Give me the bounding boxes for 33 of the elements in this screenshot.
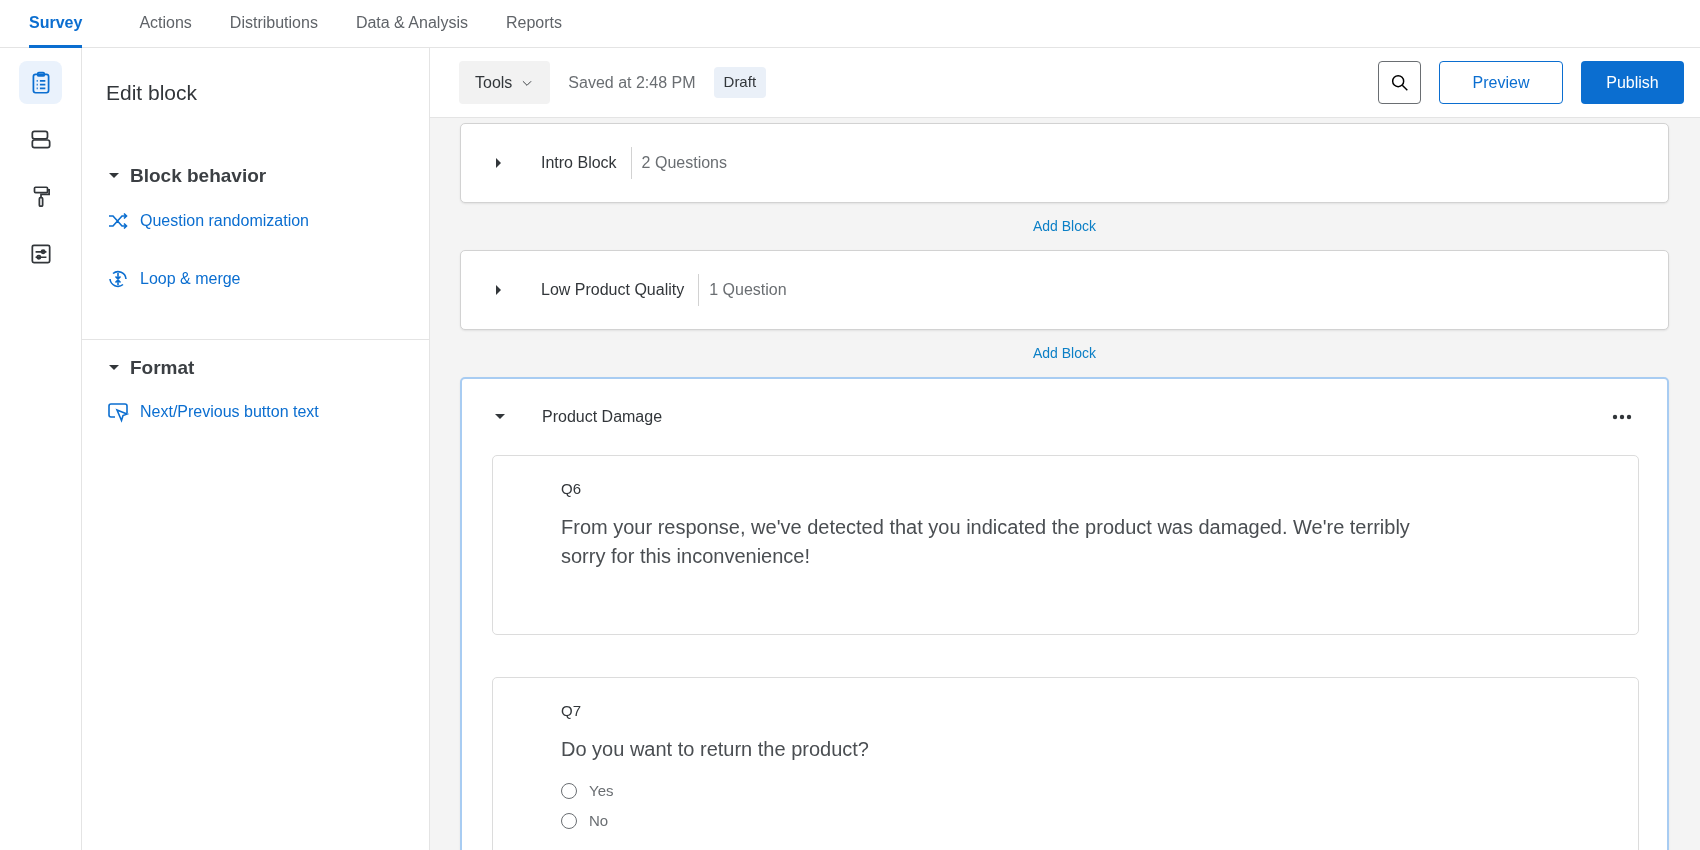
saved-status: Saved at 2:48 PM: [568, 72, 696, 93]
block-title: Product Damage: [542, 407, 663, 427]
nav-tab[interactable]: Distributions: [210, 0, 337, 48]
cursor-icon: [106, 400, 130, 424]
clipboard-button[interactable]: [19, 61, 62, 104]
panel-title: Edit block: [105, 80, 199, 106]
add-block-link[interactable]: Add Block: [1028, 214, 1100, 239]
search-button[interactable]: [1378, 61, 1421, 104]
question-number: Q7: [561, 701, 582, 721]
block-title: Low Product Quality: [541, 280, 685, 300]
question-number: Q6: [561, 479, 582, 499]
panel-link[interactable]: Question randomization: [106, 208, 309, 233]
preview-button[interactable]: Preview: [1439, 61, 1563, 104]
nav-tab[interactable]: Reports: [486, 0, 581, 48]
choice-label: No: [589, 811, 609, 831]
block-title: Intro Block: [541, 153, 617, 173]
publish-button[interactable]: Publish: [1581, 61, 1684, 104]
add-block-link[interactable]: Add Block: [1028, 341, 1100, 366]
panel-link[interactable]: Loop & merge: [106, 266, 241, 291]
panel-link[interactable]: Next/Previous button text: [106, 400, 319, 424]
choice-label: Yes: [589, 780, 614, 801]
section-title: Format: [130, 355, 195, 380]
tools-dropdown[interactable]: Tools: [459, 61, 551, 104]
nav-tab[interactable]: Survey: [29, 0, 83, 48]
more-options-icon[interactable]: [1612, 414, 1632, 420]
question-count: 2 Questions: [630, 147, 727, 179]
question-count: 1 Question: [698, 274, 787, 306]
section-title: Block behavior: [130, 164, 267, 188]
question-text: From your response, we've detected that you indicated the product was damaged. We're terribly sorry for this inconvenience!: [561, 514, 1411, 569]
draft-badge: Draft: [713, 67, 767, 98]
question-text: Do you want to return the product?: [561, 736, 870, 762]
nav-tab[interactable]: Data & Analysis: [336, 0, 487, 48]
nav-tab[interactable]: Actions: [120, 0, 211, 48]
